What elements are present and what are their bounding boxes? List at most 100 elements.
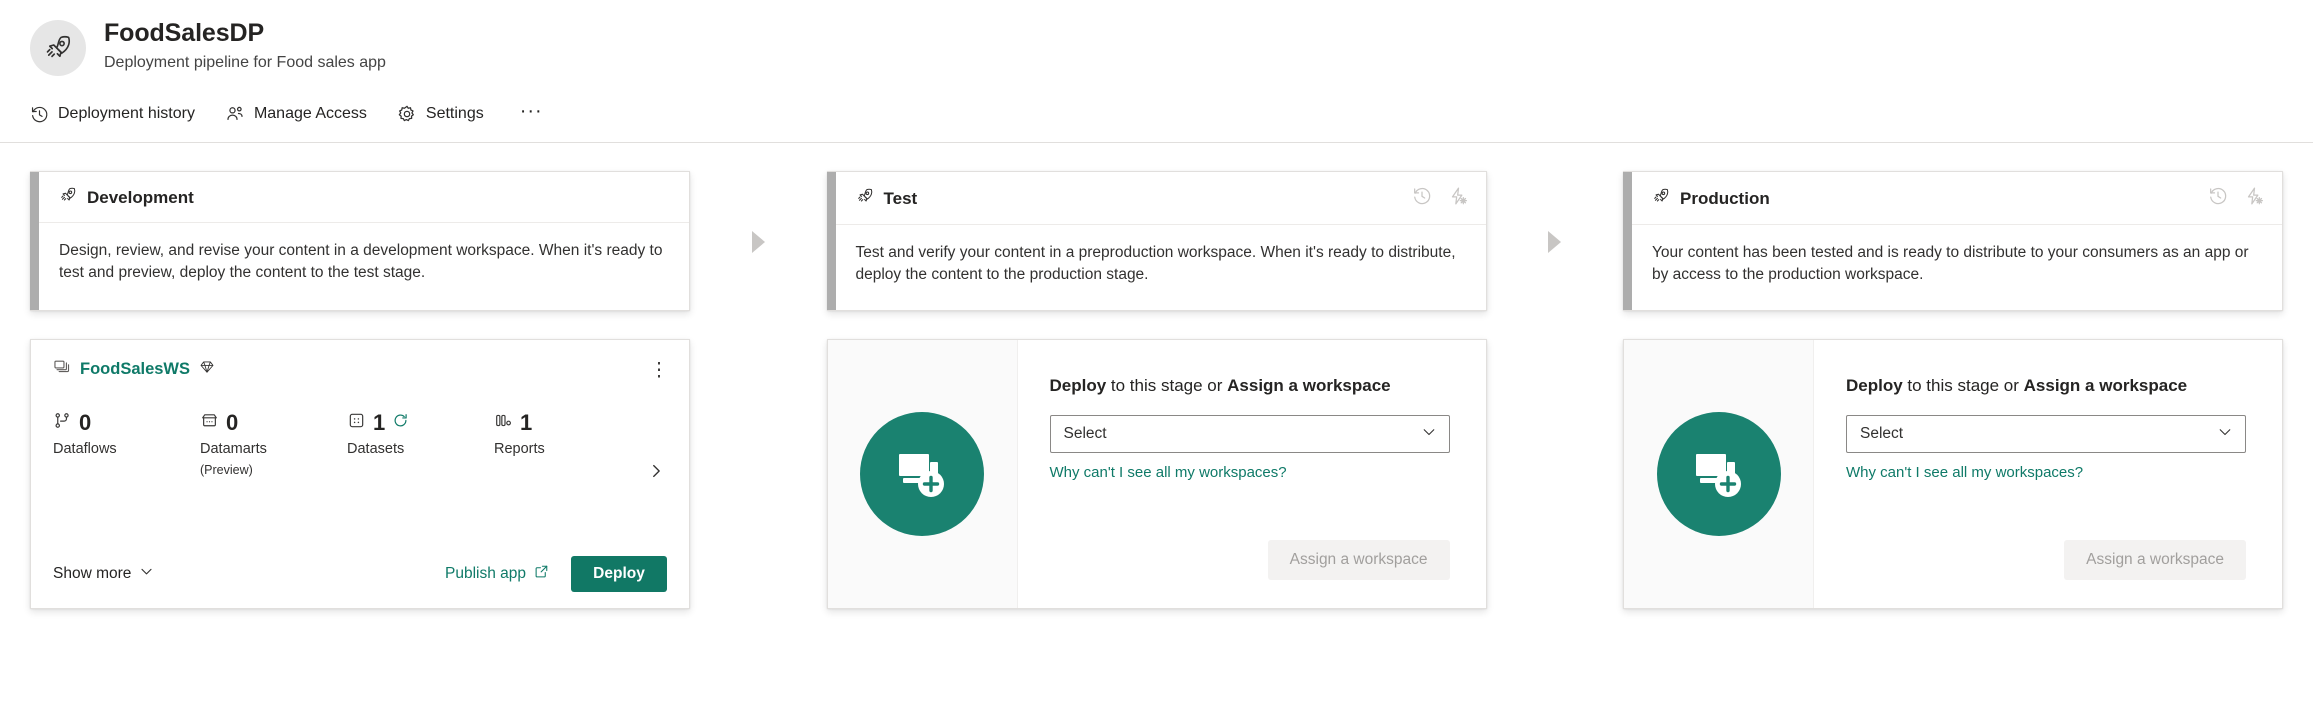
page-subtitle: Deployment pipeline for Food sales app (104, 53, 386, 71)
history-icon (30, 105, 49, 124)
metric-label: Reports (494, 441, 545, 457)
stage-titlebar: Development (39, 172, 689, 223)
metric-datamarts[interactable]: 0 Datamarts (Preview) (200, 411, 347, 478)
deploy-button[interactable]: Deploy (571, 556, 667, 592)
toolbar: Deployment history Manage Access Setting… (30, 98, 2283, 142)
deployment-rules-icon[interactable] (2244, 186, 2264, 211)
show-more-label: Show more (53, 565, 132, 582)
rocket-icon (59, 186, 77, 209)
stage-name: Production (1680, 188, 1770, 208)
stage-accent-bar (1623, 172, 1632, 310)
metric-dataflows[interactable]: 0 Dataflows (53, 411, 200, 458)
stage-production: Production Your content has been tested … (1623, 171, 2283, 609)
history-icon[interactable] (2208, 186, 2228, 211)
stage-titlebar: Test (835, 172, 1486, 225)
stage-actions (2208, 186, 2264, 211)
empty-stage-body: Deploy to this stage or Assign a workspa… (1018, 340, 1486, 608)
toolbar-manage-access[interactable]: Manage Access (211, 98, 383, 130)
metric-count: 0 (226, 410, 239, 435)
page-header: FoodSalesDP Deployment pipeline for Food… (0, 0, 2313, 142)
empty-stage-card: Deploy to this stage or Assign a workspa… (826, 339, 1487, 609)
toolbar-overflow-button[interactable]: ··· (500, 101, 553, 127)
header-top: FoodSalesDP Deployment pipeline for Food… (30, 18, 2283, 76)
external-link-icon (534, 564, 549, 584)
add-workspace-icon (860, 412, 984, 536)
empty-heading-deploy: Deploy (1049, 376, 1107, 395)
stage-header-card: Development Design, review, and revise y… (30, 171, 690, 311)
stage-name: Development (87, 187, 194, 207)
assign-workspace-button[interactable]: Assign a workspace (1267, 540, 1450, 580)
empty-stage-heading: Deploy to this stage or Assign a workspa… (1846, 376, 2246, 396)
header-text: FoodSalesDP Deployment pipeline for Food… (104, 18, 386, 71)
workspace-name[interactable]: FoodSalesWS (80, 360, 190, 379)
empty-stage-illustration (827, 340, 1018, 608)
toolbar-label: Settings (425, 105, 484, 122)
stage-accent-bar (826, 172, 836, 310)
toolbar-label: Deployment history (58, 105, 195, 122)
chevron-down-icon (2217, 424, 2233, 445)
stage-test: Test Test and verify your content in a p… (826, 171, 1487, 609)
stage-header-card: Production Your content has been tested … (1623, 171, 2283, 311)
metric-count: 1 (520, 410, 533, 435)
stage-connector-2 (1487, 171, 1624, 253)
metric-reports[interactable]: 1 Reports (494, 411, 641, 458)
select-value: Select (1860, 425, 1904, 443)
workspace-header: FoodSalesWS ⋮ (53, 358, 669, 381)
arrow-right-icon (751, 231, 765, 253)
empty-stage-card: Deploy to this stage or Assign a workspa… (1623, 339, 2283, 609)
workspace-more-menu[interactable]: ⋮ (648, 359, 669, 381)
metric-datasets[interactable]: 1 Datasets (347, 411, 494, 458)
datamart-icon (200, 411, 219, 435)
empty-heading-middle: to this stage or (1902, 376, 2024, 395)
publish-app-label: Publish app (444, 565, 526, 582)
stage-description: Your content has been tested and is read… (1652, 244, 2249, 284)
workspace-footer: Show more Publish app Deploy (53, 556, 667, 592)
metric-count: 1 (373, 410, 386, 435)
empty-heading-assign: Assign a workspace (2023, 376, 2188, 395)
stage-accent-bar (30, 172, 39, 310)
toolbar-label: Manage Access (253, 105, 367, 122)
toolbar-settings[interactable]: Settings (383, 98, 500, 130)
workspace-select-dropdown[interactable]: Select (1846, 415, 2246, 454)
chevron-down-icon (139, 564, 154, 584)
metric-label: Datamarts (200, 441, 267, 457)
stage-titlebar: Production (1632, 172, 2282, 225)
rocket-icon (856, 187, 874, 210)
report-icon (494, 411, 513, 435)
dataflow-icon (53, 411, 72, 435)
deployment-rules-icon[interactable] (1448, 186, 1468, 211)
metric-count: 0 (79, 410, 92, 435)
rocket-icon (1652, 187, 1670, 210)
why-cant-i-see-workspaces-link[interactable]: Why can't I see all my workspaces? (1050, 464, 1287, 481)
rocket-icon (43, 33, 73, 63)
workspace-select-dropdown[interactable]: Select (1049, 415, 1450, 454)
assign-workspace-button[interactable]: Assign a workspace (2064, 540, 2246, 580)
add-workspace-icon (1656, 412, 1781, 536)
empty-heading-assign: Assign a workspace (1227, 376, 1391, 395)
metric-label: Datasets (347, 441, 405, 457)
stage-development: Development Design, review, and revise y… (30, 171, 690, 609)
workspace-expand-button[interactable] (641, 462, 667, 485)
empty-stage-heading: Deploy to this stage or Assign a workspa… (1050, 376, 1450, 396)
empty-stage-body: Deploy to this stage or Assign a workspa… (1814, 340, 2282, 608)
workspace-icon (53, 358, 71, 381)
empty-heading-deploy: Deploy (1846, 376, 1903, 395)
stage-description: Test and verify your content in a prepro… (855, 244, 1456, 284)
stage-actions (1412, 186, 1468, 211)
empty-stage-illustration (1624, 340, 1814, 608)
pipeline-stages: Development Design, review, and revise y… (0, 143, 2313, 609)
select-value: Select (1063, 425, 1107, 443)
publish-app-link[interactable]: Publish app (445, 564, 549, 584)
history-icon[interactable] (1412, 186, 1432, 211)
stage-header-card: Test Test and verify your content in a p… (826, 171, 1487, 311)
page-title: FoodSalesDP (104, 19, 265, 47)
workspace-card: FoodSalesWS ⋮ 0 Dataflows 0 Datamarts (P… (30, 339, 690, 609)
why-cant-i-see-workspaces-link[interactable]: Why can't I see all my workspaces? (1846, 464, 2083, 481)
refresh-icon[interactable] (392, 412, 409, 434)
chevron-right-icon (647, 462, 665, 485)
stage-connector-1 (690, 171, 827, 253)
show-more-button[interactable]: Show more (53, 564, 154, 584)
toolbar-deployment-history[interactable]: Deployment history (30, 99, 211, 130)
arrow-right-icon (1548, 231, 1562, 253)
workspace-metrics: 0 Dataflows 0 Datamarts (Preview) 1 Data… (53, 411, 667, 530)
